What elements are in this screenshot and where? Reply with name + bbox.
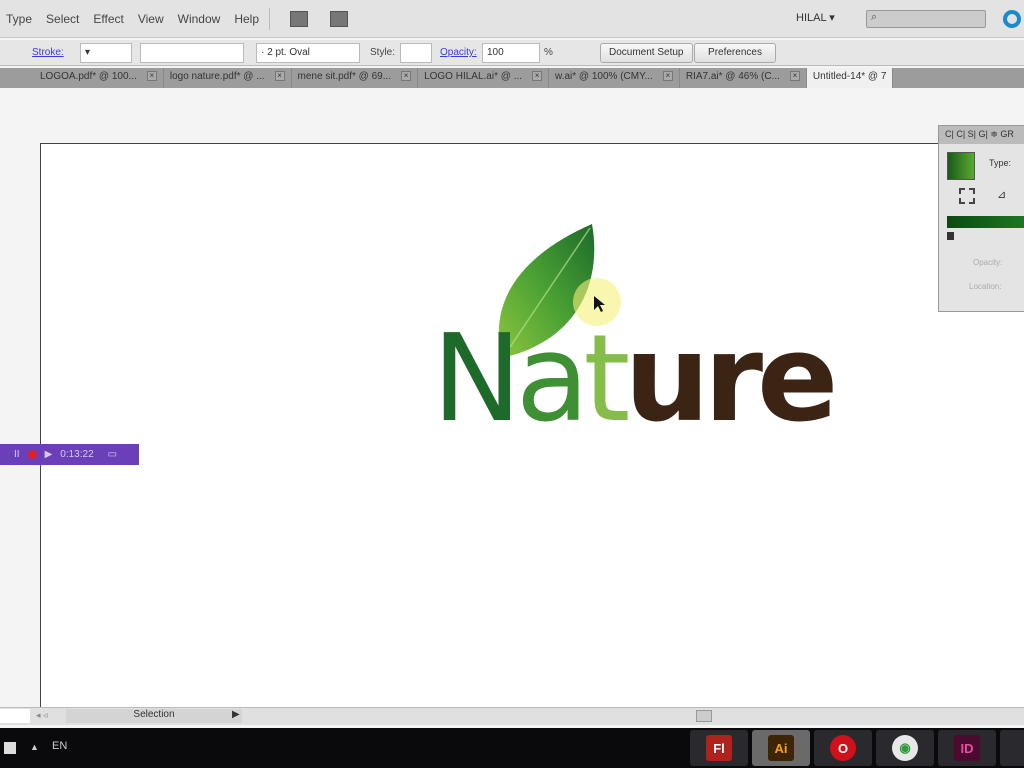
close-icon[interactable]: × (662, 71, 673, 81)
screen-recorder-bar: II ▶ 0:13:22 ▭ (0, 444, 139, 465)
menu-effect[interactable]: Effect (93, 12, 123, 26)
type-label: Type: (989, 158, 1012, 168)
status-tool[interactable]: Selection (66, 709, 242, 723)
style-label: Style: (370, 47, 396, 58)
flash-icon: Fl (706, 735, 732, 761)
document-tabs: LOGOA.pdf* @ 100... × logo nature.pdf* @ … (0, 68, 1024, 88)
divider (269, 7, 271, 30)
tab-label: mene sit.pdf* @ 69... (297, 71, 392, 82)
tab-logo-nature[interactable]: logo nature.pdf* @ ... × (164, 68, 292, 88)
opacity-label[interactable]: Opacity: (440, 47, 477, 58)
record-icon[interactable] (27, 450, 37, 459)
taskbar-indesign[interactable]: ID (938, 730, 996, 766)
menu-select[interactable]: Select (46, 12, 79, 26)
taskbar: ▲ EN Fl Ai O ◉ ID (0, 728, 1024, 768)
menu-window[interactable]: Window (178, 12, 221, 26)
menu-type[interactable]: Type (6, 12, 32, 26)
gradient-stop[interactable] (947, 232, 954, 240)
tab-logo-hilal[interactable]: LOGO HILAL.ai* @ ... × (418, 68, 550, 88)
tab-label: LOGO HILAL.ai* @ ... (424, 71, 523, 82)
opera-icon: O (830, 735, 856, 761)
gradient-slider[interactable] (947, 216, 1024, 228)
reverse-gradient-icon[interactable] (959, 188, 975, 204)
tab-label: LOGOA.pdf* @ 100... (40, 71, 137, 82)
logo-letter: N (432, 310, 522, 449)
tab-label: logo nature.pdf* @ ... (169, 71, 265, 82)
taskbar-illustrator[interactable]: Ai (752, 730, 810, 766)
close-icon[interactable]: × (532, 71, 543, 81)
logo-letter: u (624, 310, 709, 449)
cs-live-icon[interactable] (1003, 10, 1021, 28)
close-icon[interactable]: × (789, 71, 800, 81)
tab-ria7[interactable]: RIA7.ai* @ 46% (C... × (680, 68, 807, 88)
pause-button[interactable]: II (14, 449, 20, 460)
tab-mene-sit[interactable]: mene sit.pdf* @ 69... × (292, 68, 419, 88)
brush-select[interactable]: · 2 pt. Oval (256, 43, 360, 63)
tab-label: w.ai* @ 100% (CMY... (555, 71, 653, 82)
status-bar: ◂ ◃ Selection ▶ (0, 707, 1024, 725)
close-icon[interactable]: × (401, 71, 412, 81)
taskbar-opera[interactable]: O (814, 730, 872, 766)
scrollbar-thumb[interactable] (696, 710, 712, 722)
opacity-label: Opacity: (973, 258, 1003, 267)
stroke-weight-field[interactable]: ▾ (80, 43, 132, 63)
menu-view[interactable]: View (138, 12, 164, 26)
status-tool-label: Selection (133, 709, 175, 720)
search-input[interactable]: ⌕ (866, 10, 986, 28)
tray-arrow-icon[interactable]: ▲ (30, 742, 39, 752)
minimize-icon[interactable]: ▭ (108, 449, 117, 460)
flag-icon[interactable] (4, 742, 16, 754)
close-icon[interactable]: × (146, 71, 157, 81)
workspace-label: HILAL (796, 12, 827, 24)
indesign-icon: ID (954, 735, 980, 761)
bridge-icon[interactable] (290, 10, 309, 27)
taskbar-flash[interactable]: Fl (690, 730, 748, 766)
status-menu-icon[interactable]: ▶ (232, 709, 240, 720)
stroke-label[interactable]: Stroke: (32, 47, 64, 58)
brush-value: 2 pt. Oval (267, 47, 310, 58)
document-setup-button[interactable]: Document Setup (600, 43, 693, 63)
workspace-switcher[interactable]: HILAL ▾ (796, 11, 835, 24)
close-icon[interactable]: × (274, 71, 285, 81)
opacity-field[interactable]: 100 (482, 43, 540, 63)
tab-label: RIA7.ai* @ 46% (C... (685, 71, 780, 82)
logo-letter: r (703, 310, 763, 449)
variable-width-select[interactable] (140, 43, 244, 63)
preferences-button[interactable]: Preferences (694, 43, 776, 63)
tab-label: Untitled-14* @ 7 (812, 71, 887, 82)
tab-logoa[interactable]: LOGOA.pdf* @ 100... × (0, 68, 164, 88)
panel-tabs[interactable]: C| C| S| G| ≑ GR (939, 126, 1024, 144)
chrome-icon: ◉ (892, 735, 918, 761)
gradient-panel: C| C| S| G| ≑ GR Type: ⊿ Opacity: Locati… (938, 125, 1024, 312)
arrange-documents-icon[interactable] (330, 10, 349, 27)
logo-letter: t (583, 310, 630, 449)
percent-label: % (544, 47, 553, 58)
play-icon[interactable]: ▶ (45, 449, 53, 460)
artboard-nav-icon[interactable]: ◂ ◃ (36, 710, 48, 721)
nature-wordmark[interactable]: Nature (432, 320, 838, 440)
menu-help[interactable]: Help (234, 12, 259, 26)
logo-letter: a (515, 310, 590, 449)
taskbar-app[interactable] (1000, 730, 1024, 766)
angle-icon: ⊿ (997, 189, 1007, 201)
logo-letter: e (757, 310, 838, 449)
tab-w[interactable]: w.ai* @ 100% (CMY... × (549, 68, 680, 88)
tab-untitled-14[interactable]: Untitled-14* @ 7 (806, 68, 894, 88)
style-select[interactable] (400, 43, 432, 63)
gradient-swatch[interactable] (947, 152, 975, 180)
taskbar-chrome[interactable]: ◉ (876, 730, 934, 766)
language-indicator[interactable]: EN (52, 740, 67, 752)
control-bar: Stroke: ▾ · 2 pt. Oval Style: Opacity: 1… (0, 40, 1024, 66)
location-label: Location: (969, 282, 1002, 291)
illustrator-icon: Ai (768, 735, 794, 761)
recorder-time: 0:13:22 (60, 449, 94, 460)
zoom-select[interactable] (0, 709, 30, 723)
